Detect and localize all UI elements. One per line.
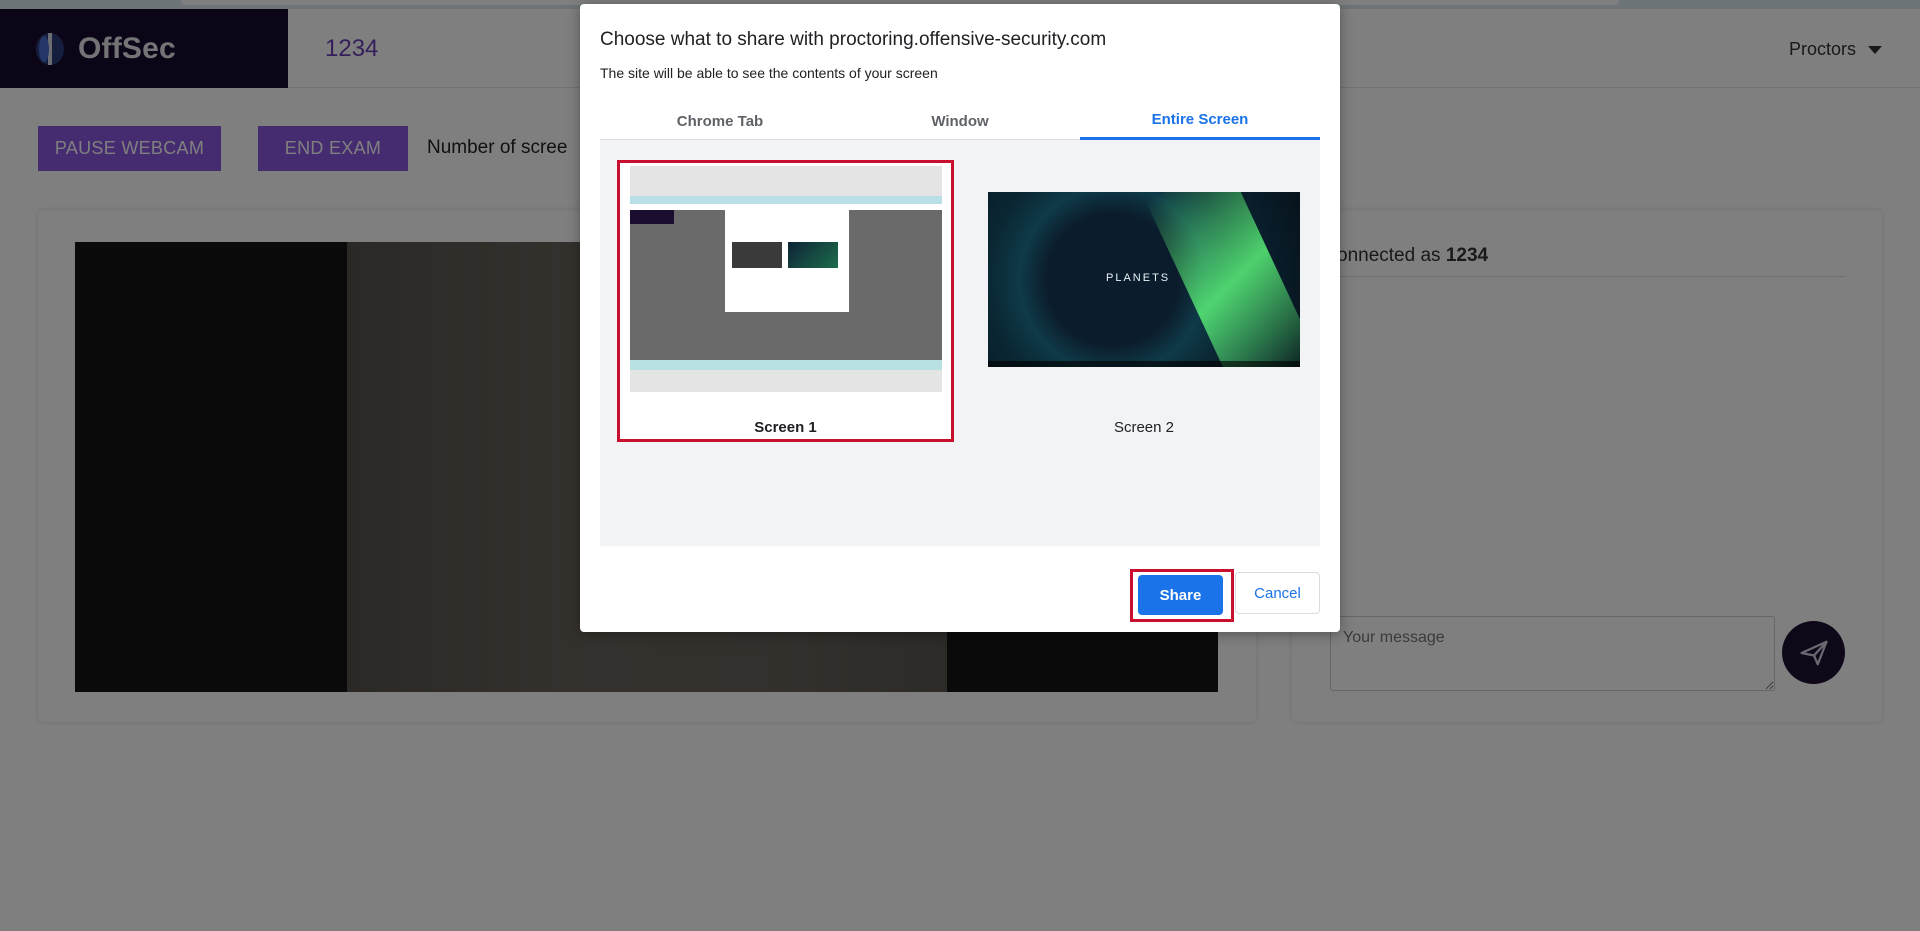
screen-picker: PLANETS Screen 1 Screen 2 (600, 140, 1320, 546)
screen-2-label: Screen 2 (1113, 419, 1175, 436)
screen-1-thumbnail[interactable] (630, 166, 942, 392)
dialog-subtitle: The site will be able to see the content… (600, 65, 938, 81)
thumb-preview-2 (788, 242, 838, 268)
dialog-title: Choose what to share with proctoring.off… (600, 29, 1107, 50)
planets-watermark: PLANETS (1106, 272, 1171, 284)
tab-entire-screen[interactable]: Entire Screen (1080, 102, 1320, 140)
cancel-button[interactable]: Cancel (1235, 572, 1320, 614)
thumb-browser-bar (630, 196, 942, 204)
share-tabs: Chrome Tab Window Entire Screen (600, 102, 1320, 140)
tab-chrome-tab[interactable]: Chrome Tab (600, 102, 840, 140)
thumb-taskbar (988, 361, 1300, 367)
thumb-taskbar (630, 360, 942, 370)
share-button[interactable]: Share (1138, 575, 1223, 615)
thumb-logo (630, 210, 674, 224)
tab-window[interactable]: Window (840, 102, 1080, 140)
thumb-preview-1 (732, 242, 782, 268)
screen-1-label: Screen 1 (754, 419, 817, 436)
screen-2-thumbnail[interactable]: PLANETS (988, 192, 1300, 367)
share-screen-dialog: Choose what to share with proctoring.off… (580, 4, 1340, 632)
